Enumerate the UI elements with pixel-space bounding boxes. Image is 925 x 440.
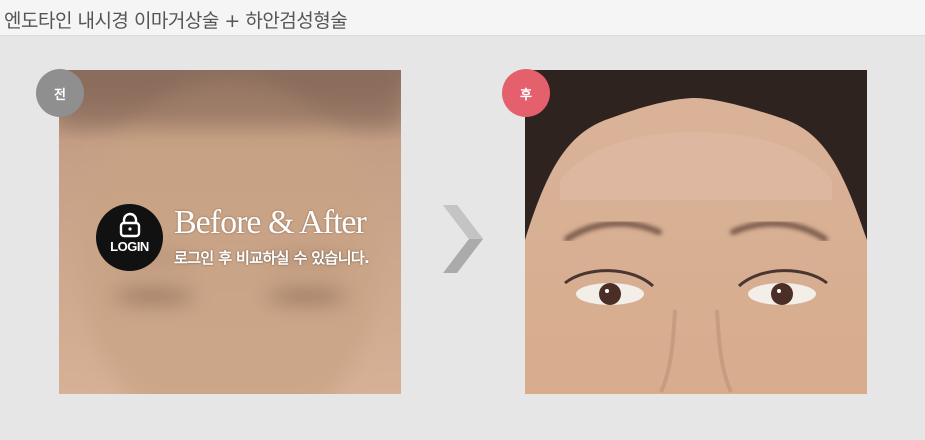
- login-required-message: 로그인 후 비교하실 수 있습니다.: [174, 249, 370, 267]
- chevron-right-icon: [443, 205, 483, 273]
- lock-icon: [119, 212, 141, 238]
- after-face-image: [525, 70, 867, 394]
- page-title: 엔도타인 내시경 이마거상술 + 하안검성형술: [4, 10, 348, 32]
- after-photo: [525, 70, 867, 394]
- page-header: 엔도타인 내시경 이마거상술 + 하안검성형술: [0, 0, 925, 36]
- before-after-title: Before & After: [174, 204, 367, 241]
- login-button[interactable]: LOGIN: [96, 204, 163, 271]
- login-label: LOGIN: [110, 239, 149, 254]
- after-badge: 후: [502, 69, 550, 117]
- before-badge: 전: [36, 69, 84, 117]
